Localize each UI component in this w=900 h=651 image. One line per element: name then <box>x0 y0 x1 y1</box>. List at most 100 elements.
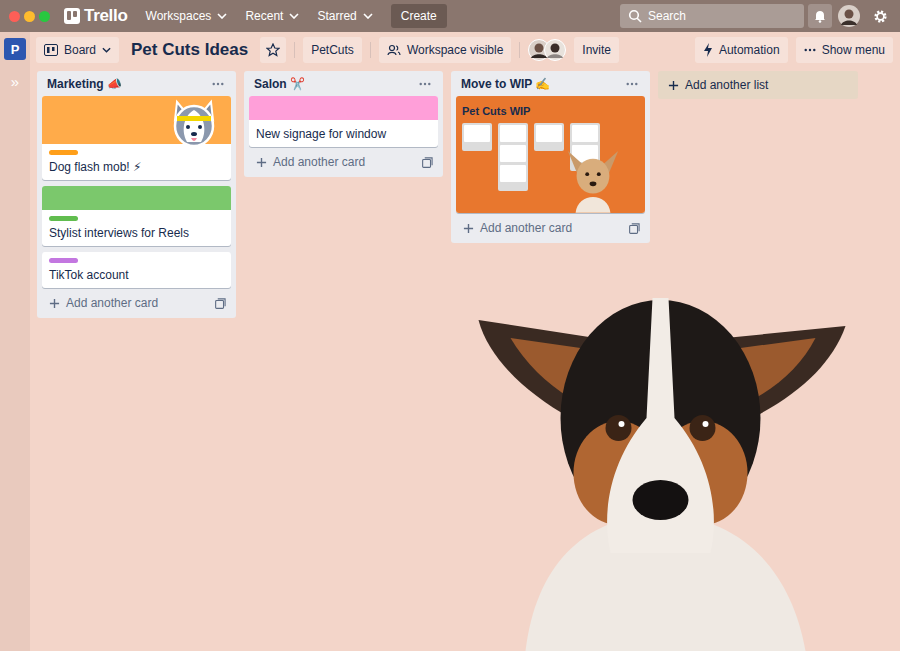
card-body: Dog flash mob! ⚡ <box>42 144 231 180</box>
card[interactable]: Dog flash mob! ⚡ <box>42 96 231 180</box>
card[interactable]: Stylist interviews for Reels <box>42 186 231 246</box>
nav-menu-button[interactable]: Starred <box>309 5 380 27</box>
minimize-button[interactable] <box>24 11 35 22</box>
workspace-sidebar: P» <box>0 32 30 651</box>
mini-list <box>462 123 492 151</box>
card[interactable]: Pet Cuts WIP <box>456 96 645 213</box>
dog-photo-icon <box>564 145 622 213</box>
card-label[interactable] <box>49 216 78 221</box>
chevron-down-icon <box>102 47 111 53</box>
trello-logo[interactable]: Trello <box>64 6 134 26</box>
mini-card <box>500 125 526 142</box>
mini-card <box>464 125 490 142</box>
gear-icon <box>873 9 888 24</box>
search-field[interactable] <box>620 4 804 28</box>
mini-list <box>534 123 564 151</box>
list-footer: Add another card <box>42 288 231 314</box>
list[interactable]: Move to WIP ✍️ Pet Cuts WIP Add another ca… <box>451 71 650 243</box>
chevron-down-icon <box>363 13 373 19</box>
list-footer: Add another card <box>456 213 645 239</box>
card-label[interactable] <box>49 150 78 155</box>
list[interactable]: Salon ✂️ New signage for window Add anothe… <box>244 71 443 177</box>
card-template-button[interactable] <box>627 221 642 236</box>
dog-photo <box>468 268 853 651</box>
chevron-down-icon <box>289 13 299 19</box>
ellipsis-icon <box>626 82 638 86</box>
list-title[interactable]: Salon ✂️ <box>254 77 305 91</box>
view-switcher-button[interactable]: Board <box>36 37 119 63</box>
user-photo-icon <box>838 5 860 27</box>
card-title: New signage for window <box>256 126 431 142</box>
list[interactable]: Marketing 📣 Dog flash mob! ⚡ Stylist inter… <box>37 71 236 318</box>
list-header: Marketing 📣 <box>42 71 231 96</box>
board-header: Board Pet Cuts Ideas PetCuts Workspace visi… <box>30 32 900 64</box>
board: Board Pet Cuts Ideas PetCuts Workspace visi… <box>30 32 900 651</box>
card-cover <box>249 96 438 120</box>
nav-menu-button[interactable]: Recent <box>237 5 307 27</box>
expand-sidebar-button[interactable]: » <box>11 74 19 89</box>
plus-icon <box>463 223 474 234</box>
plus-icon <box>668 80 679 91</box>
settings-button[interactable] <box>868 4 892 28</box>
card-label[interactable] <box>49 258 78 263</box>
list-menu-button[interactable] <box>415 78 435 90</box>
member-photo-icon[interactable] <box>544 39 566 61</box>
mini-card <box>500 165 526 182</box>
card-body: Stylist interviews for Reels <box>42 210 231 246</box>
notifications-button[interactable] <box>808 4 832 28</box>
list-title[interactable]: Move to WIP ✍️ <box>461 77 550 91</box>
card[interactable]: New signage for window <box>249 96 438 147</box>
list-menu-button[interactable] <box>208 78 228 90</box>
user-avatar[interactable] <box>838 5 860 27</box>
trello-logo-icon <box>64 8 80 24</box>
create-button[interactable]: Create <box>391 4 447 28</box>
list-menu-button[interactable] <box>622 78 642 90</box>
nav-menu-button[interactable]: Workspaces <box>138 5 236 27</box>
board-title[interactable]: Pet Cuts Ideas <box>131 40 248 60</box>
search-input[interactable] <box>648 9 796 23</box>
lists: Marketing 📣 Dog flash mob! ⚡ Stylist inter… <box>30 64 900 318</box>
divider <box>294 42 295 58</box>
show-menu-button[interactable]: Show menu <box>796 37 893 63</box>
trello-window: TrelloWorkspacesRecentStarredCreateP»Boa… <box>0 0 900 651</box>
ellipsis-icon <box>804 48 816 52</box>
board-screenshot-cover: Pet Cuts WIP <box>456 96 645 213</box>
card-body: TikTok account <box>42 252 231 288</box>
board-icon <box>44 44 58 56</box>
top-bar: TrelloWorkspacesRecentStarred Create <box>0 0 900 32</box>
window-controls <box>9 11 50 22</box>
list-title[interactable]: Marketing 📣 <box>47 77 122 91</box>
mini-card <box>536 125 562 142</box>
mini-list <box>498 123 528 191</box>
card-title: Stylist interviews for Reels <box>49 225 224 241</box>
add-list-button[interactable]: Add another list <box>658 71 858 99</box>
template-icon <box>422 157 433 168</box>
card-template-button[interactable] <box>420 155 435 170</box>
husky-sticker-icon <box>169 98 219 150</box>
plus-icon <box>49 298 60 309</box>
workspace-badge[interactable]: P <box>4 38 26 60</box>
list-header: Salon ✂️ <box>249 71 438 96</box>
card[interactable]: TikTok account <box>42 252 231 288</box>
star-button[interactable] <box>260 37 286 63</box>
invite-button[interactable]: Invite <box>574 37 619 63</box>
chevron-down-icon <box>217 13 227 19</box>
ellipsis-icon <box>419 82 431 86</box>
add-card-button[interactable]: Add another card <box>459 219 576 237</box>
add-card-button[interactable]: Add another card <box>45 294 162 312</box>
list-footer: Add another card <box>249 147 438 173</box>
divider <box>519 42 520 58</box>
main-nav: WorkspacesRecentStarred <box>138 5 381 27</box>
zoom-button[interactable] <box>39 11 50 22</box>
divider <box>370 42 371 58</box>
close-button[interactable] <box>9 11 20 22</box>
card-template-button[interactable] <box>213 296 228 311</box>
people-icon <box>387 44 401 56</box>
workspace-button[interactable]: PetCuts <box>303 37 362 63</box>
template-icon <box>629 223 640 234</box>
star-icon <box>266 43 280 57</box>
add-card-button[interactable]: Add another card <box>252 153 369 171</box>
card-list: Dog flash mob! ⚡ Stylist interviews for R… <box>42 96 231 288</box>
automation-button[interactable]: Automation <box>695 37 788 63</box>
visibility-button[interactable]: Workspace visible <box>379 37 511 63</box>
